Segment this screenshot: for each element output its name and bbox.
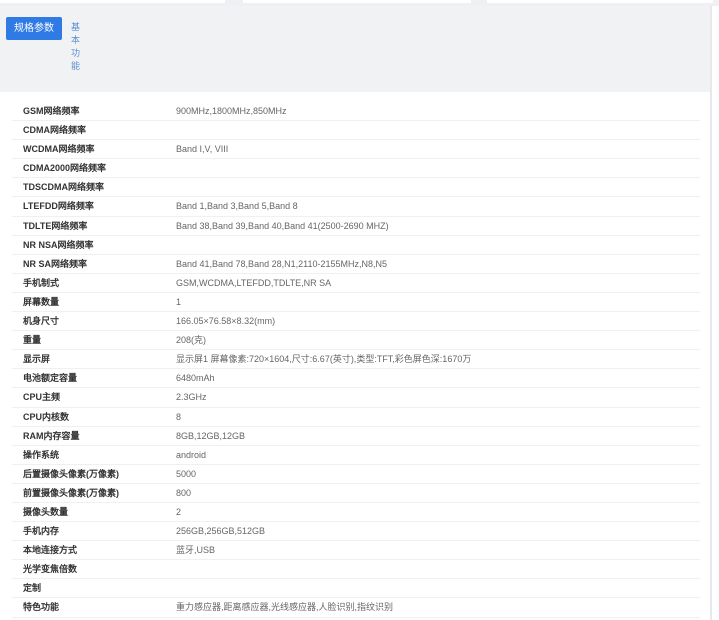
- spec-label: NR SA网络频率: [23, 258, 88, 269]
- spec-label: 特色功能: [23, 602, 60, 613]
- spec-value: Band 38,Band 39,Band 40,Band 41(2500-269…: [176, 220, 389, 231]
- spec-value: Band 1,Band 3,Band 5,Band 8: [176, 201, 298, 212]
- spec-label: CPU主频: [23, 392, 61, 403]
- spec-row: TDSCDMA网络频率: [12, 178, 700, 198]
- divider: [710, 6, 712, 620]
- spec-row: 摄像头数量 2: [12, 503, 700, 523]
- spec-row: 后置摄像头像素(万像素) 5000: [12, 465, 700, 484]
- spec-row: LTEFDD网络频率 Band 1,Band 3,Band 5,Band 8: [12, 197, 700, 217]
- spec-row: 机身尺寸 166.05×76.58×8.32(mm): [12, 312, 700, 332]
- spec-label: 光学变焦倍数: [23, 564, 78, 575]
- spec-row: 光学变焦倍数: [12, 560, 700, 580]
- spec-value: 166.05×76.58×8.32(mm): [176, 316, 276, 327]
- spec-label: CPU内核数: [23, 411, 70, 422]
- spec-value: Band I,V, VIII: [176, 144, 229, 155]
- spec-row: 本地连接方式 蓝牙,USB: [12, 541, 700, 561]
- spec-row: 屏幕数量 1: [12, 293, 700, 313]
- spec-label: WCDMA网络频率: [23, 144, 95, 155]
- top-tab-3[interactable]: [487, 0, 713, 3]
- spec-row: CPU主频 2.3GHz: [12, 388, 700, 408]
- spec-label: LTEFDD网络频率: [23, 201, 94, 212]
- spec-row: NR NSA网络频率: [12, 236, 700, 255]
- spec-value: 显示屏1 屏幕像素:720×1604,尺寸:6.67(英寸),类型:TFT,彩色…: [176, 354, 472, 365]
- spec-value: android: [176, 449, 207, 460]
- spec-value: 1: [176, 296, 182, 307]
- spec-row: NR SA网络频率 Band 41,Band 78,Band 28,N1,2110…: [12, 255, 700, 274]
- spec-label: CDMA2000网络频率: [23, 163, 107, 174]
- spec-row: 电池额定容量 6480mAh: [12, 369, 700, 389]
- spec-label: 重量: [23, 335, 42, 346]
- spec-row: 手机内存 256GB,256GB,512GB: [12, 522, 700, 542]
- spec-row: WCDMA网络频率 Band I,V, VIII: [12, 140, 700, 160]
- spec-label: RAM内存容量: [23, 430, 80, 441]
- spec-label: 本地连接方式: [23, 545, 78, 556]
- tab-specs[interactable]: 规格参数: [6, 17, 62, 40]
- spec-value: 800: [176, 487, 192, 498]
- spec-table: GSM网络频率 900MHz,1800MHz,850MHz CDMA网络频率 WCDM…: [12, 102, 700, 618]
- spec-row: GSM网络频率 900MHz,1800MHz,850MHz: [12, 102, 700, 122]
- spec-value: 5000: [176, 468, 197, 479]
- spec-row: 显示屏 显示屏1 屏幕像素:720×1604,尺寸:6.67(英寸),类型:TFT…: [12, 350, 700, 370]
- spec-label: 后置摄像头像素(万像素): [23, 468, 119, 479]
- spec-value: 2.3GHz: [176, 392, 207, 403]
- spec-row: TDLTE网络频率 Band 38,Band 39,Band 40,Band 41…: [12, 217, 700, 236]
- spec-value: 8: [176, 411, 182, 422]
- spec-label: CDMA网络频率: [23, 125, 86, 136]
- tab-basic-functions[interactable]: 基本功能: [71, 21, 83, 73]
- spec-label: TDSCDMA网络频率: [23, 182, 104, 193]
- spec-label: 手机制式: [23, 277, 60, 288]
- spec-label: 定制: [23, 583, 42, 594]
- spec-row: CDMA网络频率: [12, 121, 700, 141]
- spec-label: TDLTE网络频率: [23, 220, 88, 231]
- spec-value: 900MHz,1800MHz,850MHz: [176, 106, 287, 116]
- spec-row: 操作系统 android: [12, 446, 700, 465]
- spec-label: GSM网络频率: [23, 106, 80, 116]
- top-tab-2[interactable]: [243, 0, 471, 3]
- spec-label: 摄像头数量: [23, 506, 69, 517]
- spec-label: 显示屏: [23, 354, 51, 365]
- spec-label: 手机内存: [23, 526, 60, 537]
- spec-row: CPU内核数 8: [12, 408, 700, 427]
- spec-value: 重力感应器,距离感应器,光线感应器,人脸识别,指纹识别: [176, 602, 394, 613]
- spec-label: NR NSA网络频率: [23, 239, 94, 250]
- top-tab-1[interactable]: [0, 0, 225, 3]
- spec-row: 前置摄像头像素(万像素) 800: [12, 484, 700, 503]
- spec-row: 特色功能 重力感应器,距离感应器,光线感应器,人脸识别,指纹识别: [12, 598, 700, 618]
- spec-value: 256GB,256GB,512GB: [176, 526, 266, 537]
- spec-value: 蓝牙,USB: [176, 545, 216, 556]
- spec-value: 208(克): [176, 335, 207, 346]
- spec-label: 前置摄像头像素(万像素): [23, 487, 119, 498]
- spec-value: GSM,WCDMA,LTEFDD,TDLTE,NR SA: [176, 277, 332, 288]
- spec-value: 2: [176, 506, 182, 517]
- tab-panel-header: [0, 6, 710, 92]
- spec-label: 屏幕数量: [23, 296, 60, 307]
- spec-row: 定制: [12, 579, 700, 599]
- spec-value: Band 41,Band 78,Band 28,N1,2110-2155MHz,…: [176, 258, 387, 269]
- spec-row: 重量 208(克): [12, 331, 700, 351]
- spec-row: RAM内存容量 8GB,12GB,12GB: [12, 427, 700, 446]
- spec-label: 操作系统: [23, 449, 60, 460]
- spec-label: 机身尺寸: [23, 316, 60, 327]
- spec-row: CDMA2000网络频率: [12, 159, 700, 179]
- spec-row: 手机制式 GSM,WCDMA,LTEFDD,TDLTE,NR SA: [12, 274, 700, 293]
- spec-label: 电池额定容量: [23, 373, 78, 384]
- spec-value: 8GB,12GB,12GB: [176, 430, 246, 441]
- spec-value: 6480mAh: [176, 373, 215, 384]
